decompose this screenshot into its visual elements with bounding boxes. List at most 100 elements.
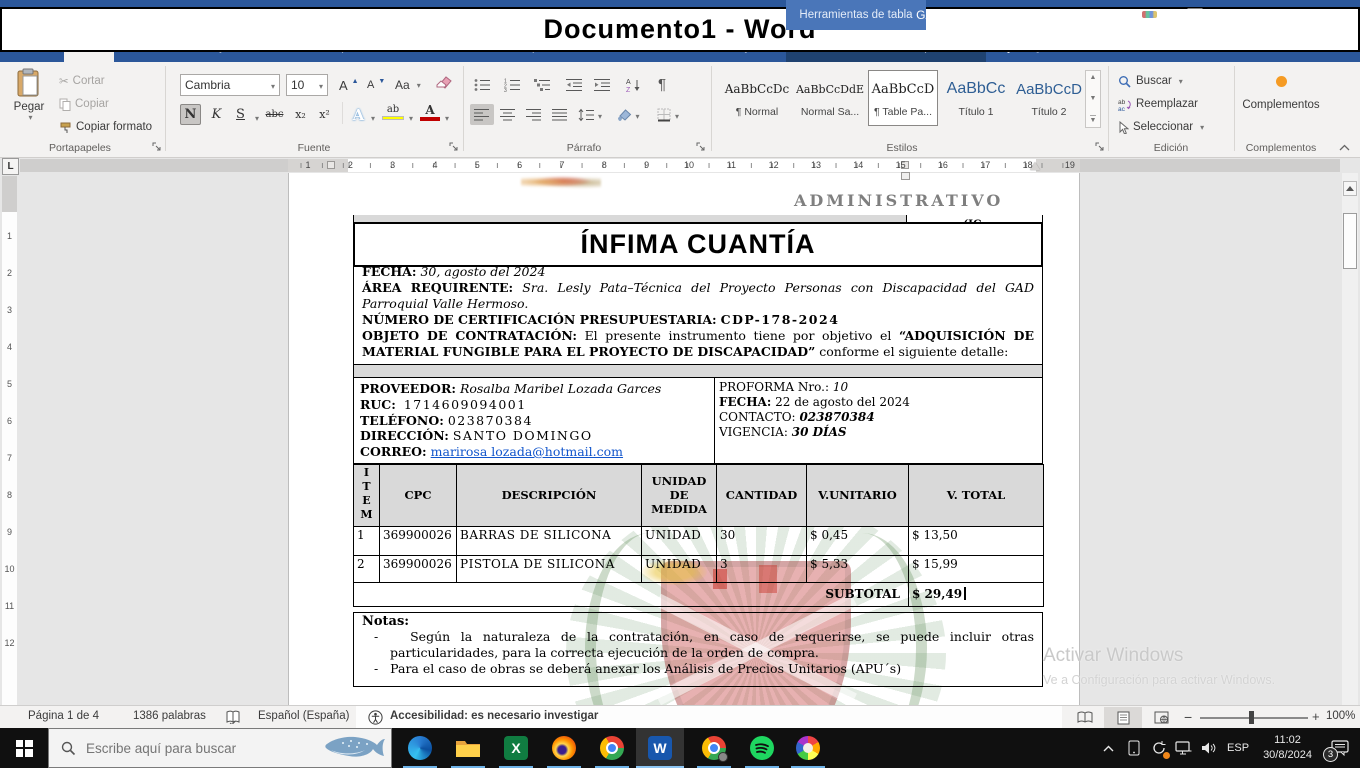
font-name-combo[interactable]: Cambria	[180, 74, 280, 96]
styles-gallery-expand-icon[interactable]: ▼	[1090, 115, 1097, 124]
font-size-combo[interactable]: 10	[286, 74, 328, 96]
increase-indent-button[interactable]	[590, 74, 614, 95]
underline-dropdown[interactable]	[252, 110, 259, 124]
web-layout-button[interactable]	[1142, 707, 1180, 728]
style-titulo-1[interactable]: AaBbCc Título 1	[941, 70, 1011, 126]
taskbar-paint[interactable]	[784, 728, 832, 768]
underline-button[interactable]: S	[230, 104, 251, 125]
taskbar-edge[interactable]	[396, 728, 444, 768]
clock[interactable]: 11:02 30/8/2024	[1255, 733, 1320, 763]
tray-volume-icon[interactable]	[1196, 728, 1221, 768]
grow-font-button[interactable]: A▲	[336, 74, 362, 96]
clipboard-dialog-launcher-icon[interactable]	[152, 142, 163, 153]
language-indicator[interactable]: Español (España)	[258, 710, 349, 722]
numbering-button[interactable]: 123	[500, 74, 524, 95]
align-right-button[interactable]	[522, 104, 546, 125]
superscript-button[interactable]: x²	[314, 104, 335, 125]
cut-button[interactable]: ✂Cortar	[56, 70, 108, 92]
select-button[interactable]: Seleccionar	[1115, 116, 1207, 138]
font-color-dropdown[interactable]	[442, 110, 449, 124]
shading-button[interactable]	[616, 104, 640, 125]
taskbar-chrome-profile[interactable]	[690, 728, 738, 768]
action-center-button[interactable]: 3	[1320, 728, 1360, 768]
subscript-button[interactable]: x₂	[290, 104, 311, 125]
paste-button[interactable]: Pegar	[8, 68, 50, 140]
search-input[interactable]	[86, 741, 306, 756]
document-page[interactable]: ADMINISTRATIVO ÍNFIMA CUANTÍA No. DE ORD…	[288, 173, 1080, 705]
hanging-indent-marker[interactable]	[901, 172, 910, 180]
scrollbar-thumb[interactable]	[1343, 213, 1357, 269]
taskbar-word-active[interactable]: W	[636, 728, 684, 768]
addins-button[interactable]: Complementos	[1235, 70, 1327, 111]
align-center-button[interactable]	[496, 104, 520, 125]
justify-button[interactable]	[548, 104, 572, 125]
italic-button[interactable]: K	[206, 104, 227, 125]
align-left-button[interactable]	[470, 104, 494, 125]
styles-scroll-up-icon[interactable]: ▲	[1090, 74, 1097, 81]
collapse-ribbon-icon[interactable]	[1339, 144, 1350, 151]
taskbar-chrome[interactable]	[588, 728, 636, 768]
vertical-ruler[interactable]: 123456789101112	[2, 176, 17, 705]
styles-scroll-down-icon[interactable]: ▼	[1090, 95, 1097, 102]
taskbar-firefox[interactable]	[540, 728, 588, 768]
taskbar-excel[interactable]: X	[492, 728, 540, 768]
ribbon-display-options-icon[interactable]	[1174, 0, 1216, 30]
document-canvas[interactable]: ADMINISTRATIVO ÍNFIMA CUANTÍA No. DE ORD…	[0, 173, 1360, 705]
print-layout-button[interactable]	[1104, 707, 1142, 728]
replace-button[interactable]: abac Reemplazar	[1115, 93, 1201, 115]
account-name[interactable]: GAD PARROQUIAL VALLE HERMOSO	[916, 8, 1128, 22]
table-column-marker[interactable]	[327, 161, 335, 169]
bullets-button[interactable]	[470, 74, 494, 95]
text-effects-button[interactable]: A	[348, 104, 369, 125]
paragraph-dialog-launcher-icon[interactable]	[696, 142, 707, 153]
zoom-out-button[interactable]: −	[1184, 709, 1192, 725]
taskbar-search[interactable]	[48, 728, 392, 768]
decrease-indent-button[interactable]	[562, 74, 586, 95]
taskbar-explorer[interactable]	[444, 728, 492, 768]
paste-dropdown[interactable]	[25, 113, 32, 122]
email-link[interactable]: marirosa lozada@hotmail.com	[431, 444, 623, 459]
change-case-button[interactable]: Aa	[392, 74, 424, 96]
tray-network-icon[interactable]	[1171, 728, 1196, 768]
proofing-icon[interactable]	[226, 710, 241, 724]
tab-stop-selector[interactable]	[2, 158, 19, 175]
bold-button[interactable]: N	[180, 104, 201, 125]
close-button[interactable]: ✕	[1318, 0, 1360, 30]
style-normal-sa[interactable]: AaBbCcDdE Normal Sa...	[795, 70, 865, 126]
format-painter-button[interactable]: Copiar formato	[56, 116, 155, 138]
accessibility-icon[interactable]	[368, 710, 383, 725]
show-marks-button[interactable]: ¶	[650, 74, 674, 95]
sort-button[interactable]: AZ	[622, 74, 646, 95]
taskbar-spotify[interactable]	[738, 728, 786, 768]
line-spacing-button[interactable]	[578, 104, 602, 125]
clear-formatting-button[interactable]	[434, 74, 452, 90]
styles-dialog-launcher-icon[interactable]	[1095, 142, 1106, 153]
copy-button[interactable]: Copiar	[56, 93, 112, 115]
start-button[interactable]	[0, 728, 48, 768]
zoom-slider-thumb[interactable]	[1249, 711, 1254, 724]
page-indicator[interactable]: Página 1 de 4	[28, 710, 99, 722]
strikethrough-button[interactable]: abc	[264, 104, 285, 125]
read-mode-button[interactable]	[1066, 707, 1104, 728]
vertical-scrollbar[interactable]	[1342, 173, 1358, 705]
borders-button[interactable]	[656, 104, 680, 125]
font-color-button[interactable]: A	[420, 103, 440, 121]
restore-button[interactable]	[1270, 0, 1312, 30]
style-normal[interactable]: AaBbCcDc ¶ Normal	[722, 70, 792, 126]
avatar[interactable]	[1137, 3, 1162, 28]
font-dialog-launcher-icon[interactable]	[449, 142, 460, 153]
zoom-slider-track[interactable]	[1200, 717, 1308, 719]
find-button[interactable]: Buscar	[1115, 70, 1186, 92]
text-effects-dropdown[interactable]	[368, 110, 375, 124]
minimize-button[interactable]: —	[1222, 0, 1264, 30]
style-titulo-2[interactable]: AaBbCcD Título 2	[1014, 70, 1084, 126]
highlight-dropdown[interactable]	[406, 110, 413, 124]
word-count[interactable]: 1386 palabras	[133, 710, 206, 722]
tray-device-icon[interactable]	[1121, 728, 1146, 768]
tray-chevron-icon[interactable]	[1096, 728, 1121, 768]
tray-sync-icon[interactable]	[1146, 728, 1171, 768]
zoom-in-button[interactable]: +	[1312, 709, 1320, 724]
horizontal-ruler[interactable]: 12345678910111213141516171819	[0, 158, 1360, 173]
shrink-font-button[interactable]: A▼	[364, 74, 388, 96]
language-badge[interactable]: ESP	[1221, 742, 1255, 754]
